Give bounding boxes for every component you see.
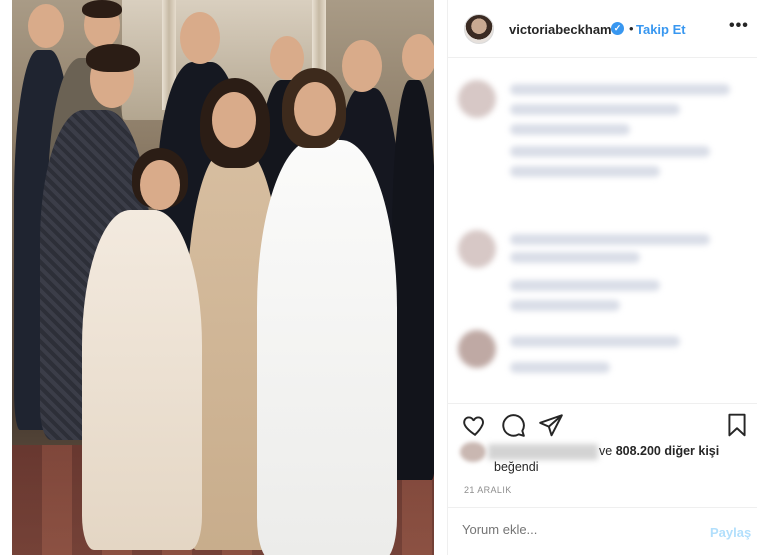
blurred-avatar [458, 230, 496, 268]
add-comment-bar: Paylaş [448, 507, 757, 555]
likes-count-text[interactable]: ve 808.200 diğer kişi [599, 444, 719, 458]
person-head [342, 40, 382, 92]
person-head [212, 92, 256, 148]
bookmark-icon[interactable] [724, 412, 750, 438]
post-comment-button[interactable]: Paylaş [710, 525, 751, 540]
person-head [180, 12, 220, 64]
blurred-text [510, 252, 640, 263]
liked-label: beğendi [494, 460, 539, 474]
heart-icon[interactable] [462, 412, 488, 438]
person-hair [86, 44, 140, 72]
likes-suffix: diğer kişi [660, 444, 720, 458]
comment-bubble-icon[interactable] [500, 412, 526, 438]
follow-button[interactable]: Takip Et [636, 22, 686, 37]
person-head [402, 34, 434, 80]
blurred-text [510, 362, 610, 373]
post-date[interactable]: 21 ARALIK [464, 485, 512, 495]
likes-prefix: ve [599, 444, 616, 458]
blurred-avatar [458, 330, 496, 368]
likes-count: 808.200 [615, 444, 661, 458]
person-figure [392, 80, 434, 480]
blurred-text [510, 280, 660, 291]
paper-plane-icon[interactable] [538, 412, 564, 438]
post-photo[interactable] [12, 0, 434, 555]
blurred-text [510, 84, 730, 95]
person-figure [257, 140, 397, 555]
blurred-text [510, 124, 630, 135]
post-actions-bar [448, 403, 757, 443]
post-side-panel: victoriabeckham ✓ • Takip Et ••• ve 808.… [447, 0, 757, 555]
blurred-text [510, 234, 710, 245]
person-hair [82, 0, 122, 18]
blurred-liker-avatar [460, 442, 486, 462]
person-head [28, 4, 64, 48]
blurred-text [510, 300, 620, 311]
blurred-text [510, 104, 680, 115]
person-figure [82, 210, 202, 550]
blurred-text [510, 166, 660, 177]
blurred-avatar [458, 80, 496, 118]
blurred-text [510, 336, 680, 347]
blurred-comments-list [448, 58, 757, 403]
username-link[interactable]: victoriabeckham [509, 22, 612, 37]
more-options-icon[interactable]: ••• [729, 17, 749, 35]
profile-avatar[interactable] [464, 14, 494, 44]
likes-summary[interactable]: ve 808.200 diğer kişi beğendi [460, 442, 750, 478]
person-head [294, 82, 336, 136]
blurred-liker-name [488, 444, 598, 460]
comment-input[interactable] [462, 522, 662, 537]
separator-dot: • [629, 21, 634, 36]
verified-badge-icon: ✓ [611, 22, 624, 35]
instagram-post-view: victoriabeckham ✓ • Takip Et ••• ve 808.… [0, 0, 757, 555]
post-header: victoriabeckham ✓ • Takip Et ••• [448, 0, 757, 58]
blurred-text [510, 146, 710, 157]
person-head [140, 160, 180, 210]
